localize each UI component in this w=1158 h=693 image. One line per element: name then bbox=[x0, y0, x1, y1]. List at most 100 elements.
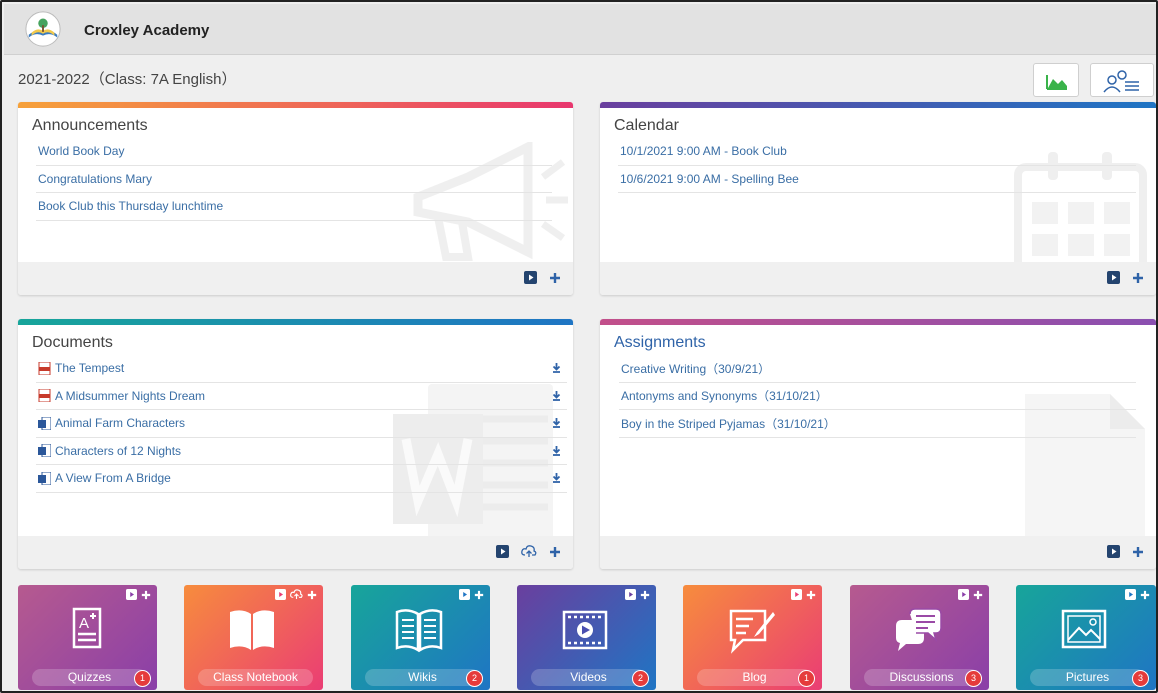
tile-label: Pictures bbox=[1030, 669, 1145, 686]
school-name: Croxley Academy bbox=[84, 22, 210, 39]
word-doc-icon bbox=[38, 471, 51, 485]
document-row[interactable]: A View From A Bridge bbox=[36, 465, 567, 493]
announcement-item[interactable]: World Book Day bbox=[36, 138, 552, 166]
add-icon[interactable] bbox=[307, 590, 317, 600]
notification-badge: 3 bbox=[1132, 670, 1149, 687]
pdf-icon bbox=[38, 389, 51, 403]
play-video-icon[interactable] bbox=[625, 589, 636, 600]
assignments-panel: Assignments Creative Writing（30/9/21） An… bbox=[600, 319, 1156, 569]
calendar-list: 10/1/2021 9:00 AM - Book Club 10/6/2021 … bbox=[618, 138, 1136, 193]
word-doc-icon bbox=[38, 416, 51, 430]
cloud-upload-icon[interactable] bbox=[290, 589, 303, 600]
tile-label: Wikis bbox=[365, 669, 480, 686]
play-video-icon[interactable] bbox=[1107, 271, 1120, 284]
svg-text:A: A bbox=[79, 615, 89, 632]
assignments-title: Assignments bbox=[614, 334, 706, 351]
notification-badge: 2 bbox=[466, 670, 483, 687]
tile-wikis[interactable]: Wikis 2 bbox=[351, 585, 490, 690]
video-icon bbox=[562, 610, 608, 650]
tile-label: Blog bbox=[697, 669, 812, 686]
document-row[interactable]: Characters of 12 Nights bbox=[36, 438, 567, 465]
play-video-icon[interactable] bbox=[459, 589, 470, 600]
download-icon[interactable] bbox=[552, 473, 561, 483]
notebook-icon bbox=[230, 610, 274, 650]
tile-label: Discussions bbox=[864, 669, 979, 686]
assignment-item[interactable]: Boy in the Striped Pyjamas（31/10/21） bbox=[619, 410, 1136, 438]
announcements-footer bbox=[18, 262, 573, 295]
add-icon[interactable] bbox=[549, 546, 561, 558]
class-title: 2021-2022（Class: 7A English） bbox=[18, 71, 237, 88]
top-bar: Croxley Academy bbox=[4, 4, 1156, 55]
play-video-icon[interactable] bbox=[126, 589, 137, 600]
document-name[interactable]: Animal Farm Characters bbox=[55, 416, 185, 430]
add-icon[interactable] bbox=[1140, 590, 1150, 600]
discussion-icon bbox=[896, 608, 942, 651]
add-icon[interactable] bbox=[973, 590, 983, 600]
assignment-item[interactable]: Creative Writing（30/9/21） bbox=[619, 355, 1136, 383]
roster-button[interactable] bbox=[1090, 63, 1154, 97]
calendar-footer bbox=[600, 262, 1156, 295]
area-chart-icon bbox=[1046, 75, 1067, 90]
document-row[interactable]: A Midsummer Nights Dream bbox=[36, 383, 567, 410]
play-video-icon[interactable] bbox=[496, 545, 509, 558]
play-video-icon[interactable] bbox=[791, 589, 802, 600]
calendar-event[interactable]: 10/6/2021 9:00 AM - Spelling Bee bbox=[618, 166, 1136, 193]
play-video-icon[interactable] bbox=[524, 271, 537, 284]
play-video-icon[interactable] bbox=[1125, 589, 1136, 600]
download-icon[interactable] bbox=[552, 363, 561, 373]
documents-panel: Documents The Tempest A Midsummer Nights… bbox=[18, 319, 573, 569]
documents-footer bbox=[18, 536, 573, 569]
calendar-event[interactable]: 10/1/2021 9:00 AM - Book Club bbox=[618, 138, 1136, 166]
tile-videos[interactable]: Videos 2 bbox=[517, 585, 656, 690]
tile-quizzes[interactable]: A Quizzes 1 bbox=[18, 585, 157, 690]
document-name[interactable]: The Tempest bbox=[55, 361, 124, 375]
picture-icon bbox=[1061, 609, 1107, 649]
notification-badge: 1 bbox=[134, 670, 151, 687]
add-icon[interactable] bbox=[141, 590, 151, 600]
announcement-item[interactable]: Congratulations Mary bbox=[36, 166, 552, 193]
assignments-footer bbox=[600, 536, 1156, 569]
announcements-panel: Announcements World Book Day Congratulat… bbox=[18, 102, 573, 295]
add-icon[interactable] bbox=[474, 590, 484, 600]
announcement-item[interactable]: Book Club this Thursday lunchtime bbox=[36, 193, 552, 221]
document-name[interactable]: Characters of 12 Nights bbox=[55, 444, 181, 458]
documents-color-bar bbox=[18, 319, 573, 325]
tile-discussions[interactable]: Discussions 3 bbox=[850, 585, 989, 690]
assignments-list: Creative Writing（30/9/21） Antonyms and S… bbox=[619, 355, 1136, 438]
document-name[interactable]: A Midsummer Nights Dream bbox=[55, 389, 205, 403]
tile-label: Videos bbox=[531, 669, 646, 686]
add-icon[interactable] bbox=[549, 272, 561, 284]
document-row[interactable]: The Tempest bbox=[36, 355, 567, 383]
notification-badge: 1 bbox=[798, 670, 815, 687]
announcements-title: Announcements bbox=[32, 117, 148, 134]
download-icon[interactable] bbox=[552, 390, 561, 401]
school-logo bbox=[25, 11, 61, 47]
download-icon[interactable] bbox=[552, 445, 561, 456]
blog-icon bbox=[729, 609, 775, 654]
documents-title: Documents bbox=[32, 334, 113, 351]
calendar-title: Calendar bbox=[614, 117, 679, 134]
play-video-icon[interactable] bbox=[958, 589, 969, 600]
document-row[interactable]: Animal Farm Characters bbox=[36, 410, 567, 438]
add-icon[interactable] bbox=[640, 590, 650, 600]
play-video-icon[interactable] bbox=[275, 589, 286, 600]
documents-list: The Tempest A Midsummer Nights Dream Ani… bbox=[36, 355, 567, 493]
calendar-panel: Calendar 10/1/2021 9:00 AM - Book Club 1… bbox=[600, 102, 1156, 295]
announcements-list: World Book Day Congratulations Mary Book… bbox=[36, 138, 552, 221]
tile-blog[interactable]: Blog 1 bbox=[683, 585, 822, 690]
add-icon[interactable] bbox=[1132, 546, 1144, 558]
add-icon[interactable] bbox=[1132, 272, 1144, 284]
calendar-color-bar bbox=[600, 102, 1156, 108]
notification-badge: 3 bbox=[965, 670, 982, 687]
tile-class-notebook[interactable]: Class Notebook bbox=[184, 585, 323, 690]
cloud-upload-icon[interactable] bbox=[521, 545, 537, 558]
tile-label: Class Notebook bbox=[198, 669, 313, 686]
download-icon[interactable] bbox=[552, 418, 561, 428]
wiki-book-icon bbox=[395, 609, 443, 653]
play-video-icon[interactable] bbox=[1107, 545, 1120, 558]
add-icon[interactable] bbox=[806, 590, 816, 600]
document-name[interactable]: A View From A Bridge bbox=[55, 471, 171, 485]
assignment-item[interactable]: Antonyms and Synonyms（31/10/21） bbox=[619, 383, 1136, 410]
tile-pictures[interactable]: Pictures 3 bbox=[1016, 585, 1156, 690]
analytics-button[interactable] bbox=[1033, 63, 1079, 97]
